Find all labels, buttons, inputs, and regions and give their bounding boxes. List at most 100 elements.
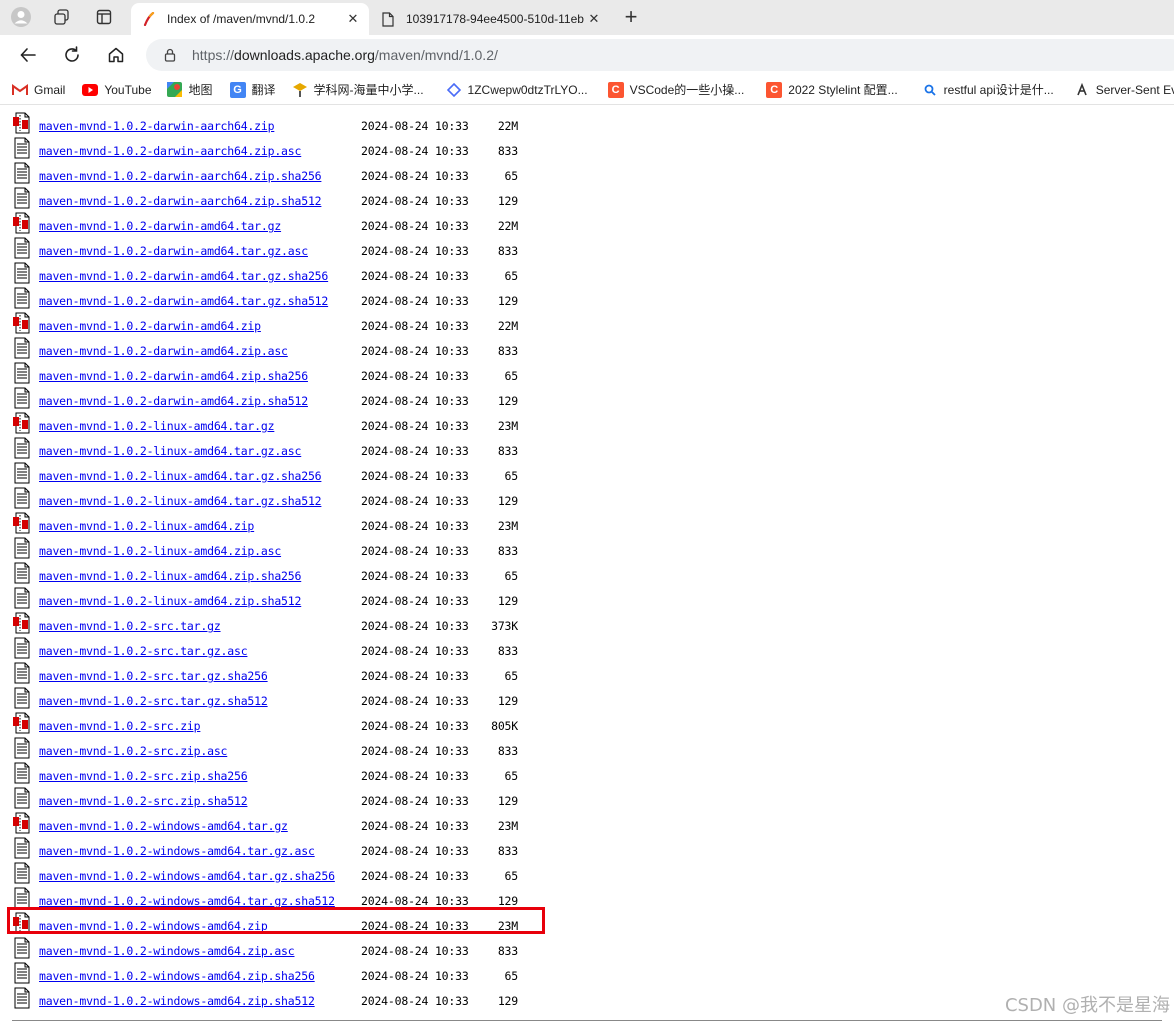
- file-size: 23M: [497, 519, 518, 533]
- file-link[interactable]: maven-mvnd-1.0.2-darwin-aarch64.zip.sha5…: [39, 194, 322, 208]
- file-link[interactable]: maven-mvnd-1.0.2-windows-amd64.tar.gz: [39, 819, 288, 833]
- workspaces-icon[interactable]: [50, 6, 74, 28]
- url-host: downloads.apache.org: [234, 47, 375, 63]
- bookmark-label: VSCode的一些小操...: [629, 83, 745, 97]
- file-link[interactable]: maven-mvnd-1.0.2-windows-amd64.zip: [39, 919, 268, 933]
- bookmark-sse[interactable]: Server-Sent Events: [1074, 78, 1174, 102]
- file-link[interactable]: maven-mvnd-1.0.2-darwin-amd64.tar.gz.sha…: [39, 269, 328, 283]
- bookmark-stylelint[interactable]: C 2022 Stylelint 配置...: [766, 78, 898, 102]
- site-info-icon[interactable]: [162, 47, 178, 63]
- file-link[interactable]: maven-mvnd-1.0.2-src.tar.gz.sha512: [39, 694, 268, 708]
- file-row: maven-mvnd-1.0.2-windows-amd64.tar.gz 202…: [0, 811, 700, 836]
- file-link[interactable]: maven-mvnd-1.0.2-src.zip.asc: [39, 744, 227, 758]
- file-size: 65: [504, 969, 519, 983]
- file-link[interactable]: maven-mvnd-1.0.2-windows-amd64.tar.gz.sh…: [39, 894, 335, 908]
- file-size: 129: [497, 694, 518, 708]
- bookmark-label: Server-Sent Events: [1095, 82, 1174, 97]
- file-link[interactable]: maven-mvnd-1.0.2-darwin-amd64.zip.sha256: [39, 369, 308, 383]
- file-link[interactable]: maven-mvnd-1.0.2-linux-amd64.zip.sha512: [39, 594, 301, 608]
- file-link[interactable]: maven-mvnd-1.0.2-src.zip.sha512: [39, 794, 248, 808]
- file-date: 2024-08-24 10:33: [361, 669, 469, 683]
- file-link[interactable]: maven-mvnd-1.0.2-linux-amd64.zip.asc: [39, 544, 281, 558]
- file-link[interactable]: maven-mvnd-1.0.2-linux-amd64.tar.gz: [39, 419, 275, 433]
- file-link[interactable]: maven-mvnd-1.0.2-darwin-aarch64.zip.asc: [39, 144, 301, 158]
- tab-apache-index[interactable]: Index of /maven/mvnd/1.0.2 ✕: [131, 3, 369, 35]
- bookmark-gmail[interactable]: Gmail: [12, 78, 65, 102]
- bookmark-label: 地图: [188, 83, 213, 97]
- file-row: maven-mvnd-1.0.2-linux-amd64.zip.asc 2024…: [0, 536, 700, 561]
- bookmark-restful[interactable]: restful api设计是什...: [922, 78, 1054, 102]
- profile-icon[interactable]: [9, 6, 33, 28]
- file-size: 805K: [491, 719, 518, 733]
- file-link[interactable]: maven-mvnd-1.0.2-darwin-amd64.zip.sha512: [39, 394, 308, 408]
- file-link[interactable]: maven-mvnd-1.0.2-linux-amd64.zip.sha256: [39, 569, 301, 583]
- file-size: 65: [504, 369, 519, 383]
- file-link[interactable]: maven-mvnd-1.0.2-darwin-amd64.tar.gz.sha…: [39, 294, 328, 308]
- file-row-highlighted: maven-mvnd-1.0.2-windows-amd64.zip 2024-0…: [0, 911, 700, 936]
- directory-listing: maven-mvnd-1.0.2-darwin-aarch64.zip 2024-…: [0, 108, 1174, 1024]
- text-file-icon: [12, 362, 32, 384]
- reload-icon[interactable]: [58, 41, 86, 69]
- file-link[interactable]: maven-mvnd-1.0.2-src.tar.gz: [39, 619, 221, 633]
- back-arrow-icon[interactable]: [14, 41, 42, 69]
- bookmark-1zc[interactable]: 1ZCwepw0dtzTrLYO...: [446, 78, 588, 102]
- file-row: maven-mvnd-1.0.2-windows-amd64.zip.asc 20…: [0, 936, 700, 961]
- file-size: 23M: [497, 919, 518, 933]
- file-link[interactable]: maven-mvnd-1.0.2-src.tar.gz.sha256: [39, 669, 268, 683]
- file-date: 2024-08-24 10:33: [361, 994, 469, 1008]
- file-link[interactable]: maven-mvnd-1.0.2-darwin-amd64.tar.gz.asc: [39, 244, 308, 258]
- bookmark-youtube[interactable]: YouTube: [82, 78, 152, 102]
- file-link[interactable]: maven-mvnd-1.0.2-windows-amd64.tar.gz.sh…: [39, 869, 335, 883]
- file-date: 2024-08-24 10:33: [361, 694, 469, 708]
- tab-image[interactable]: 103917178-94ee4500-510d-11eb ✕: [370, 3, 610, 35]
- file-link[interactable]: maven-mvnd-1.0.2-darwin-aarch64.zip: [39, 119, 275, 133]
- file-size: 833: [497, 544, 518, 558]
- file-link[interactable]: maven-mvnd-1.0.2-windows-amd64.zip.asc: [39, 944, 295, 958]
- file-link[interactable]: maven-mvnd-1.0.2-darwin-amd64.tar.gz: [39, 219, 281, 233]
- search-icon: [922, 82, 938, 98]
- bookmark-maps[interactable]: 地图: [167, 78, 213, 102]
- bookmark-label: YouTube: [104, 82, 152, 97]
- file-link[interactable]: maven-mvnd-1.0.2-linux-amd64.tar.gz.sha2…: [39, 469, 322, 483]
- bookmark-translate[interactable]: G 翻译: [229, 78, 276, 102]
- close-tab-icon[interactable]: ✕: [586, 11, 602, 27]
- file-link[interactable]: maven-mvnd-1.0.2-windows-amd64.zip.sha51…: [39, 994, 315, 1008]
- watermark: CSDN @我不是星海: [1004, 995, 1170, 1016]
- archive-file-icon: [12, 612, 32, 634]
- file-date: 2024-08-24 10:33: [361, 594, 469, 608]
- file-date: 2024-08-24 10:33: [361, 194, 469, 208]
- file-link[interactable]: maven-mvnd-1.0.2-src.tar.gz.asc: [39, 644, 248, 658]
- file-size: 129: [497, 494, 518, 508]
- file-link[interactable]: maven-mvnd-1.0.2-windows-amd64.zip.sha25…: [39, 969, 315, 983]
- file-link[interactable]: maven-mvnd-1.0.2-linux-amd64.tar.gz.sha5…: [39, 494, 322, 508]
- file-date: 2024-08-24 10:33: [361, 719, 469, 733]
- archive-file-icon: [12, 712, 32, 734]
- text-file-icon: [12, 537, 32, 559]
- archive-file-icon: [12, 212, 32, 234]
- bookmark-vscode[interactable]: C VSCode的一些小操...: [607, 78, 745, 102]
- new-tab-plus-icon[interactable]: +: [618, 4, 644, 30]
- xueke-icon: [292, 82, 308, 98]
- file-link[interactable]: maven-mvnd-1.0.2-linux-amd64.tar.gz.asc: [39, 444, 301, 458]
- file-link[interactable]: maven-mvnd-1.0.2-linux-amd64.zip: [39, 519, 254, 533]
- vertical-tabs-icon[interactable]: [92, 6, 116, 28]
- home-icon[interactable]: [102, 41, 130, 69]
- translate-icon: G: [229, 81, 246, 98]
- close-tab-icon[interactable]: ✕: [345, 11, 361, 27]
- bookmark-xueke[interactable]: 学科网-海量中小学...: [292, 78, 424, 102]
- file-link[interactable]: maven-mvnd-1.0.2-darwin-amd64.zip: [39, 319, 261, 333]
- file-date: 2024-08-24 10:33: [361, 394, 469, 408]
- file-link[interactable]: maven-mvnd-1.0.2-src.zip: [39, 719, 201, 733]
- file-date: 2024-08-24 10:33: [361, 544, 469, 558]
- text-file-icon: [12, 987, 32, 1009]
- file-size: 22M: [497, 319, 518, 333]
- archive-file-icon: [12, 812, 32, 834]
- file-link[interactable]: maven-mvnd-1.0.2-darwin-aarch64.zip.sha2…: [39, 169, 322, 183]
- address-bar[interactable]: https://downloads.apache.org/maven/mvnd/…: [146, 39, 1174, 71]
- file-link[interactable]: maven-mvnd-1.0.2-windows-amd64.tar.gz.as…: [39, 844, 315, 858]
- text-file-icon: [12, 462, 32, 484]
- file-row: maven-mvnd-1.0.2-darwin-amd64.zip.asc 202…: [0, 336, 700, 361]
- file-link[interactable]: maven-mvnd-1.0.2-src.zip.sha256: [39, 769, 248, 783]
- gmail-icon: [12, 82, 28, 98]
- file-link[interactable]: maven-mvnd-1.0.2-darwin-amd64.zip.asc: [39, 344, 288, 358]
